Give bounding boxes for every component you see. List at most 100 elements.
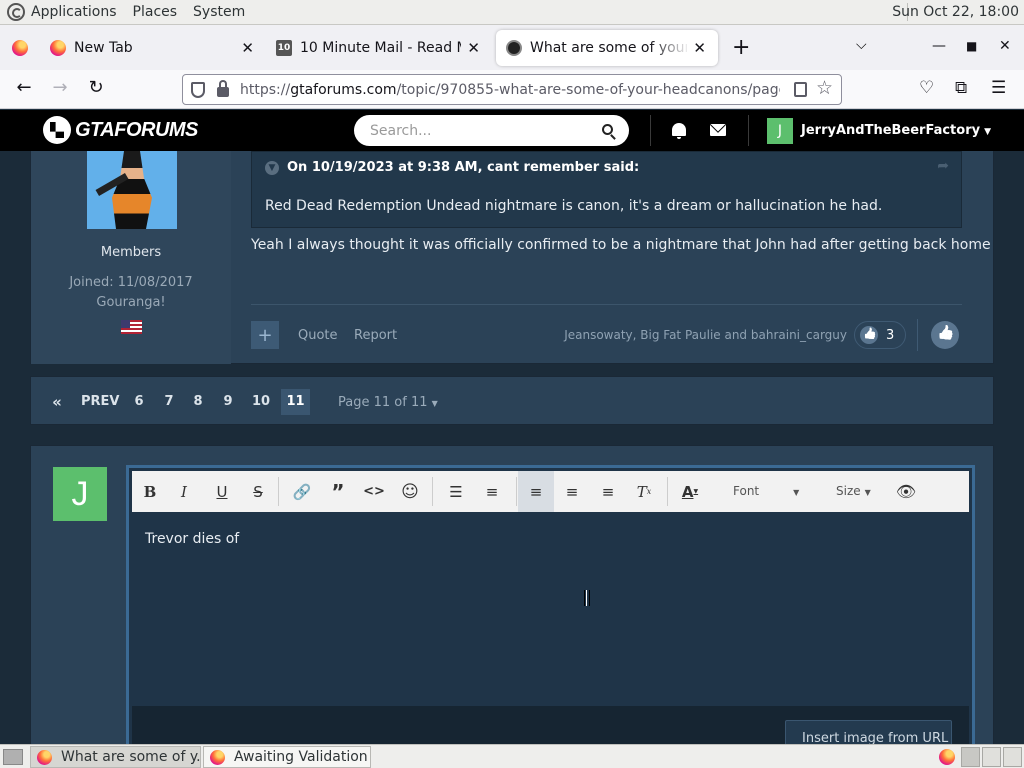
close-tab-icon[interactable]: ✕ [693,39,706,57]
pocket-icon[interactable]: ♡ [919,78,934,98]
close-tab-icon[interactable]: ✕ [241,39,254,57]
new-tab-button[interactable]: + [732,35,750,60]
align-left-icon[interactable]: ≡ [518,471,554,512]
site-header: GTAFORUMS Search... J JerryAndTheBeerFac… [0,110,1024,151]
forward-arrow-icon[interactable]: → [50,77,70,98]
reader-view-icon[interactable] [794,82,807,97]
editor-toolbar: B I U S 🔗 ” <> ☺ ☰ ≡ ≡ ≡ ≡ Tx A▼ Font▼ [132,471,969,512]
quote-block: ▼ On 10/19/2023 at 9:38 AM, cant remembe… [251,151,962,228]
caret-down-icon: ▼ [431,399,438,408]
first-page-link[interactable]: « [49,389,65,415]
taskbar-item-firefox[interactable]: What are some of y... [30,746,201,768]
thumbs-up-icon [860,326,878,344]
url-text[interactable]: https://gtaforums.com/topic/970855-what-… [240,82,780,98]
extensions-icon[interactable]: ⧉ [955,78,967,98]
page-link-8[interactable]: 8 [192,389,204,415]
workspace-2[interactable] [982,747,1001,767]
reaction-count-badge[interactable]: 3 [854,321,906,349]
bold-button[interactable]: B [132,471,168,512]
page-link-9[interactable]: 9 [222,389,234,415]
reactors-list[interactable]: Jeansowaty, Big Fat Paulie and bahraini_… [564,328,847,342]
page-link-6[interactable]: 6 [133,389,145,415]
font-dropdown[interactable]: Font ▼ [733,484,799,498]
mouse-cursor-icon [584,590,590,606]
search-icon[interactable] [602,124,613,135]
gtaforums-badge-icon [43,116,71,144]
divider [251,304,962,305]
editor-text-area[interactable]: Trevor dies of [145,531,239,547]
workspace-3[interactable] [1003,747,1022,767]
maximize-window-button[interactable]: ■ [966,39,977,53]
link-icon[interactable]: 🔗 [284,471,320,512]
strikethrough-button[interactable]: S [240,471,276,512]
show-desktop-icon[interactable] [3,749,23,765]
align-right-icon[interactable]: ≡ [590,471,626,512]
page-link-current[interactable]: 11 [281,389,310,415]
align-center-icon[interactable]: ≡ [554,471,590,512]
multiquote-plus-button[interactable]: + [251,321,279,349]
preview-eye-icon[interactable]: 👁 [888,471,924,512]
hamburger-menu-icon[interactable]: ☰ [991,78,1006,98]
close-window-button[interactable]: ✕ [999,38,1011,54]
address-bar[interactable]: https://gtaforums.com/topic/970855-what-… [182,74,842,105]
notifications-bell-icon[interactable] [672,123,686,139]
tab-strip: New Tab ✕ 10 10 Minute Mail - Read Mail … [0,25,1024,70]
page-link-10[interactable]: 10 [251,389,271,415]
gtaforums-logo[interactable]: GTAFORUMS [43,116,198,144]
emoji-icon[interactable]: ☺ [392,471,428,512]
tab-10-minute-mail[interactable]: 10 10 Minute Mail - Read Mail ✕ [266,25,492,70]
user-menu[interactable]: JerryAndTheBeerFactory ▼ [801,123,991,138]
bookmark-star-icon[interactable]: ☆ [816,77,833,99]
reload-icon[interactable]: ↻ [86,77,106,98]
quote-text: Red Dead Redemption Undead nightmare is … [265,198,883,214]
gnome-logo-icon[interactable] [7,3,25,21]
quote-header: ▼ On 10/19/2023 at 9:38 AM, cant remembe… [265,160,639,175]
minimize-window-button[interactable]: — [932,38,946,54]
applications-menu[interactable]: Applications [31,4,117,20]
firefox-tray-icon[interactable] [939,749,955,765]
size-dropdown[interactable]: Size ▼ [836,484,871,498]
code-icon[interactable]: <> [356,471,392,512]
firefox-view-icon[interactable] [12,39,28,56]
collapse-chevron-icon[interactable]: ▼ [265,160,279,175]
clock[interactable]: Sun Oct 22, 18:00 [892,4,1019,20]
mail-icon: 10 [276,39,292,56]
close-tab-icon[interactable]: ✕ [467,39,480,57]
user-avatar[interactable]: J [767,118,793,144]
prev-page-link[interactable]: PREV [81,389,119,415]
lock-icon[interactable] [217,80,229,97]
insert-image-url-button[interactable]: Insert image from URL [785,720,952,744]
tab-title: New Tab [74,39,133,56]
go-to-quote-icon[interactable]: ➦ [937,158,949,174]
tracking-shield-icon[interactable] [191,81,205,98]
text-color-icon[interactable]: A ▼ [672,471,708,512]
places-menu[interactable]: Places [133,4,178,20]
firefox-icon [210,749,225,765]
quote-icon[interactable]: ” [320,471,356,512]
report-link[interactable]: Report [354,328,397,343]
list-tabs-chevron-icon[interactable]: ⌵ [856,37,867,53]
react-thumbs-up-button[interactable] [931,321,959,349]
firefox-icon [50,39,66,56]
tab-headcanons[interactable]: What are some of your headcanons ✕ [496,29,718,66]
system-menu[interactable]: System [193,4,245,20]
reply-user-avatar[interactable]: J [53,467,107,521]
remove-format-icon[interactable]: Tx [626,471,662,512]
italic-button[interactable]: I [166,471,202,512]
caret-down-icon: ▼ [984,127,992,137]
workspace-1[interactable] [961,747,980,767]
post-author-panel: Members Joined: 11/08/2017 Gouranga! [31,151,231,364]
site-search-input[interactable]: Search... [354,115,629,146]
messages-envelope-icon[interactable] [710,124,726,136]
underline-button[interactable]: U [204,471,240,512]
author-avatar[interactable] [87,151,177,229]
taskbar-item-awaiting-validation[interactable]: Awaiting Validation ... [203,746,371,768]
quote-link[interactable]: Quote [298,328,338,343]
page-jump-dropdown[interactable]: Page 11 of 11 ▼ [338,395,438,410]
bullet-list-icon[interactable]: ☰ [438,471,474,512]
top-panel: Applications Places System Sun Oct 22, 1… [0,0,1024,25]
numbered-list-icon[interactable]: ≡ [474,471,510,512]
tab-new-tab[interactable]: New Tab ✕ [40,25,266,70]
page-link-7[interactable]: 7 [163,389,175,415]
back-arrow-icon[interactable]: ← [14,77,34,98]
